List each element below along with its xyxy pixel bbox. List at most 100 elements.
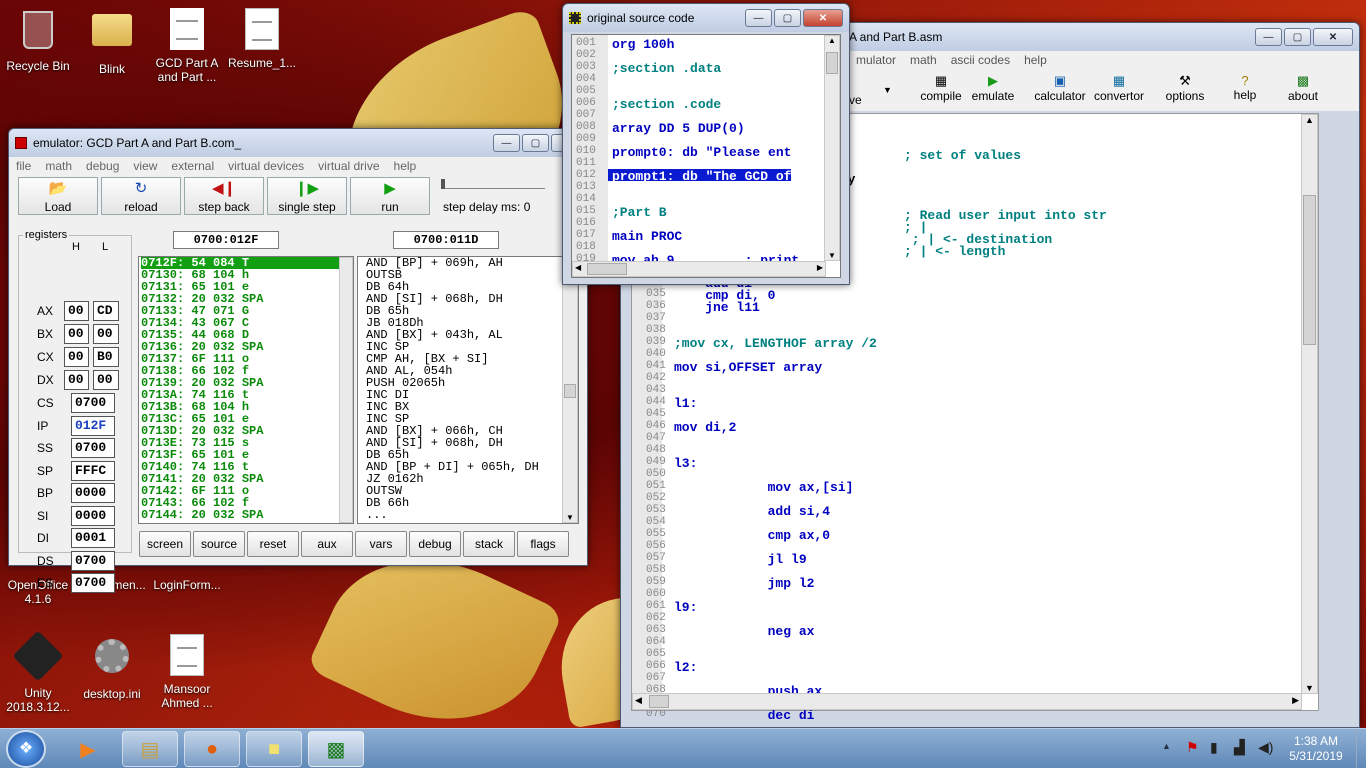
horizontal-scrollbar[interactable]: ◀ ▶ <box>632 693 1302 710</box>
vars-button[interactable]: vars <box>355 531 407 557</box>
minimize-button[interactable]: — <box>493 134 520 152</box>
maximize-button[interactable]: ▢ <box>1284 28 1311 46</box>
register-high-field[interactable]: 00 <box>64 370 89 390</box>
memory-row[interactable]: 07144: 20 032 SPA <box>141 509 353 521</box>
register-high-field[interactable]: 00 <box>64 347 89 367</box>
volume-icon[interactable]: ◀) <box>1258 739 1273 756</box>
source-code-view[interactable]: 001 org 100h 002 003 ;section .data 004 … <box>571 34 841 278</box>
taskbar-sticky-notes[interactable]: ■ <box>246 731 302 767</box>
disasm-row[interactable]: DB 66h <box>366 497 578 509</box>
register-field[interactable]: 0000 <box>71 505 115 526</box>
register-field[interactable]: 0700 <box>71 438 115 458</box>
scroll-up-icon[interactable]: ▲ <box>825 36 839 45</box>
taskbar-file-explorer[interactable]: ▤ <box>122 731 178 767</box>
register-low-field[interactable]: B0 <box>93 347 119 367</box>
show-desktop-button[interactable] <box>1356 729 1366 768</box>
desktop-icon-recycle-bin[interactable]: Recycle Bin <box>0 8 78 73</box>
desktop-icon-loginform[interactable]: LoginForm... <box>147 564 227 592</box>
register-high-field[interactable]: 00 <box>64 301 89 321</box>
desktop-icon-desktop-ini[interactable]: desktop.ini <box>72 634 152 701</box>
register-low-field[interactable]: CD <box>93 301 119 321</box>
compile-button[interactable]: ▦ compile <box>911 73 971 103</box>
desktop-icon-mansoor[interactable]: Mansoor Ahmed ... <box>147 634 227 710</box>
disasm-address-field[interactable]: 0700:011D <box>393 231 499 249</box>
minimize-button[interactable]: — <box>1255 28 1282 46</box>
clock[interactable]: 1:38 AM 5/31/2019 <box>1286 734 1346 764</box>
aux-button[interactable]: aux <box>301 531 353 557</box>
network-icon[interactable]: ▟ <box>1234 739 1245 756</box>
menu-virtual-devices[interactable]: virtual devices <box>221 159 311 173</box>
scrollbar-thumb[interactable] <box>1303 195 1316 345</box>
register-field[interactable]: 0700 <box>71 573 115 593</box>
step-delay-slider[interactable] <box>441 179 545 189</box>
desktop-icon-resume[interactable]: Resume_1... <box>222 8 302 70</box>
scrollbar-thumb[interactable] <box>587 263 627 275</box>
menu-math[interactable]: math <box>903 53 944 67</box>
action-center-icon[interactable]: ⚑ <box>1186 739 1199 756</box>
register-field[interactable]: FFFC <box>71 460 115 481</box>
menu-math[interactable]: math <box>38 159 79 173</box>
scroll-right-icon[interactable]: ▶ <box>817 263 823 272</box>
menu-external[interactable]: external <box>164 159 221 173</box>
register-low-field[interactable]: 00 <box>93 370 119 390</box>
menu-ascii-codes[interactable]: ascii codes <box>944 53 1017 67</box>
calculator-button[interactable]: ▣ calculator <box>1027 73 1093 103</box>
save-button[interactable]: ve <box>849 93 862 107</box>
register-field[interactable]: 0000 <box>71 483 115 503</box>
flags-button[interactable]: flags <box>517 531 569 557</box>
menu-file[interactable]: file <box>9 159 38 173</box>
memory-address-field[interactable]: 0700:012F <box>173 231 279 249</box>
disassembly-list[interactable]: AND [BP] + 069h, AH OUTSB DB 64h AND [SI] +… <box>357 256 579 524</box>
source-button[interactable]: source <box>193 531 245 557</box>
scroll-up-icon[interactable]: ▲ <box>1302 115 1317 125</box>
chevron-down-icon[interactable]: ▼ <box>883 85 892 95</box>
menu-emulator[interactable]: mulator <box>849 53 903 67</box>
scrollbar-thumb[interactable] <box>649 695 669 708</box>
desktop-icon-gcd-file[interactable]: GCD Part A and Part ... <box>147 8 227 84</box>
close-button[interactable]: ✕ <box>803 9 843 27</box>
register-field[interactable]: 0001 <box>71 528 115 548</box>
menu-view[interactable]: view <box>126 159 164 173</box>
taskbar-emu8086[interactable]: ▩ <box>308 731 364 767</box>
menu-help[interactable]: help <box>1017 53 1054 67</box>
scroll-down-icon[interactable]: ▼ <box>1302 683 1317 693</box>
about-button[interactable]: ▩ about <box>1273 73 1333 103</box>
taskbar-firefox[interactable]: ● <box>184 731 240 767</box>
run-button[interactable]: ▶ run <box>350 177 430 215</box>
single-step-button[interactable]: ❙▶ single step <box>267 177 347 215</box>
step-back-button[interactable]: ◀❙ step back <box>184 177 264 215</box>
emulate-button[interactable]: ▶ emulate <box>963 73 1023 103</box>
horizontal-scrollbar[interactable]: ◀ ▶ <box>572 261 826 277</box>
power-icon[interactable]: ▮ <box>1210 739 1218 756</box>
vertical-scrollbar[interactable]: ▲ ▼ <box>562 257 578 523</box>
close-button[interactable]: ✕ <box>1313 28 1353 46</box>
register-field[interactable]: 0700 <box>71 393 115 413</box>
menu-virtual-drive[interactable]: virtual drive <box>311 159 386 173</box>
stack-button[interactable]: stack <box>463 531 515 557</box>
show-hidden-icons-icon[interactable]: ▲ <box>1162 741 1171 751</box>
scroll-down-icon[interactable]: ▼ <box>825 251 839 260</box>
disasm-row[interactable]: ... <box>366 509 578 521</box>
register-field[interactable]: 012F <box>71 415 115 436</box>
desktop-icon-unity[interactable]: Unity 2018.3.12... <box>0 630 78 714</box>
reset-button[interactable]: reset <box>247 531 299 557</box>
maximize-button[interactable]: ▢ <box>522 134 549 152</box>
scroll-down-icon[interactable]: ▼ <box>563 513 577 522</box>
vertical-scrollbar[interactable]: ▲ ▼ <box>824 35 840 261</box>
reload-button[interactable]: ↻ reload <box>101 177 181 215</box>
load-button[interactable]: 📂 Load <box>18 177 98 215</box>
minimize-button[interactable]: — <box>745 9 772 27</box>
start-button[interactable]: ❖ <box>6 730 46 768</box>
desktop-icon-blink[interactable]: Blink <box>72 8 152 76</box>
help-button[interactable]: ? help <box>1215 73 1275 102</box>
menu-help[interactable]: help <box>387 159 424 173</box>
maximize-button[interactable]: ▢ <box>774 9 801 27</box>
scroll-left-icon[interactable]: ◀ <box>575 263 581 272</box>
vertical-scrollbar[interactable]: ▲ ▼ <box>1301 114 1318 694</box>
scrollbar-thumb[interactable] <box>564 384 576 398</box>
memory-list[interactable]: 0712F: 54 084 T 07130: 68 104 h 07131: 65 … <box>138 256 354 524</box>
scroll-right-icon[interactable]: ▶ <box>1292 695 1299 706</box>
scrollbar-thumb[interactable] <box>826 52 838 74</box>
vertical-scrollbar[interactable] <box>339 257 353 523</box>
slider-thumb[interactable] <box>441 179 445 189</box>
